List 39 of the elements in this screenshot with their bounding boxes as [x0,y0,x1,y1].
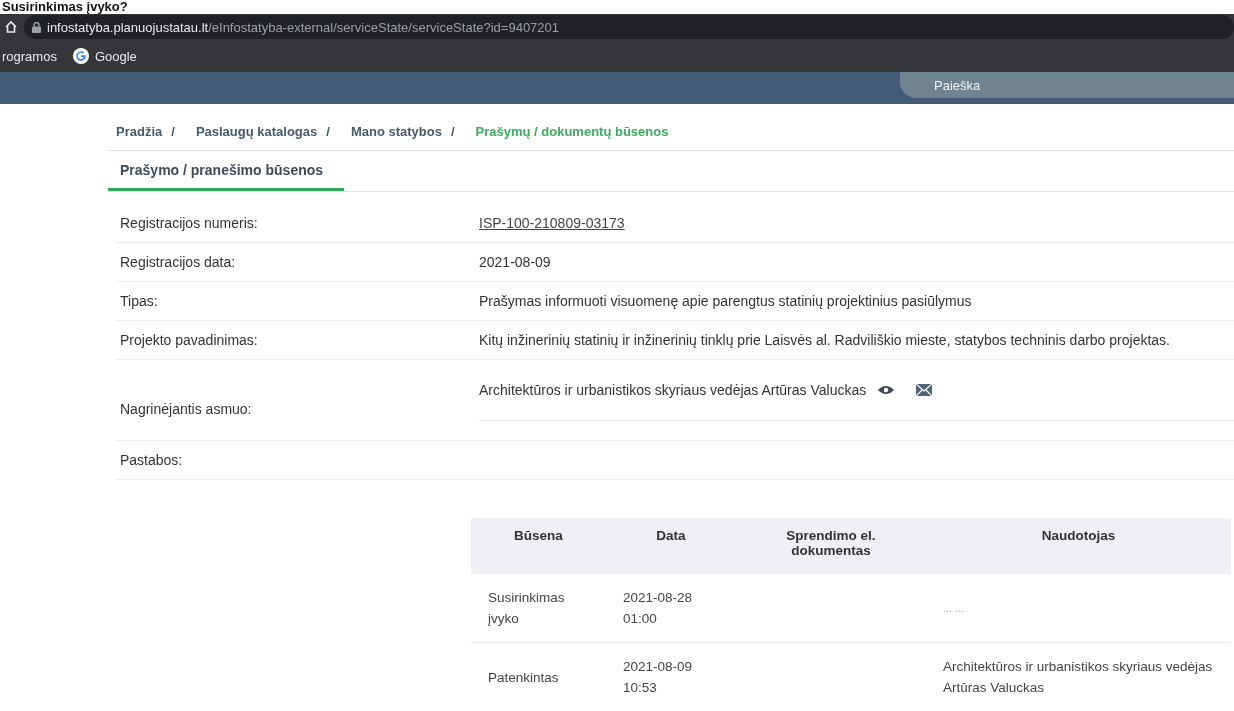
field-value: 2021-08-09 [479,253,552,272]
registration-link[interactable]: ISP-100-210809-03173 [479,215,625,231]
field-value: Kitų inžinerinių statinių ir inžinerinių tinklų prie Laisvės al. Radviliškio mieste, statybos techninis darbo projektas. [479,331,1171,350]
user-text: ... ... [943,602,965,614]
breadcrumb-link[interactable]: Mano statybos [350,123,442,139]
column-header: Data [606,518,736,574]
google-icon [72,48,89,64]
breadcrumb-link[interactable]: Paslaugų katalogas [195,123,318,139]
date-text: 2021-08-09 10:53 [623,658,694,697]
address-bar[interactable]: infostatyba.planuojustatau.lt/eInfostatyba-external/serviceState/serviceState?id=9407201 [24,15,1234,39]
field-label: Pastabos: [119,452,184,468]
search-field[interactable]: Paieška [900,72,1234,98]
column-header: Naudotojas [926,518,1231,574]
field-value: Prašymas informuoti visuomenę apie parengtus statinių projektinius pasiūlymus [479,292,973,311]
address-url: infostatyba.planuojustatau.lt/eInfostatyba-external/serviceState/serviceState?id=9407201 [47,19,560,35]
status-text: Susirinkimas įvyko [488,589,566,628]
breadcrumb-separator: / [171,123,175,139]
date-text: 2021-08-28 01:00 [623,589,694,628]
tab[interactable]: Prašymo / pranešimo būsenos [108,151,344,191]
eye-icon[interactable] [878,385,895,395]
field-label: Projekto pavadinimas: [119,332,259,348]
breadcrumb-link[interactable]: Pradžia [116,123,163,139]
field-value: Architektūros ir urbanistikos skyriaus vedėjas Artūras Valuckas [479,382,867,398]
field-label: Nagrinėjantis asmuo: [119,400,253,417]
home-icon[interactable] [4,20,18,34]
breadcrumb-separator: / [326,123,330,139]
column-header: Sprendimo el. dokumentas [736,518,926,574]
field-label: Registracijos data: [119,254,237,270]
bookmark[interactable]: Google [72,48,137,64]
field-label: Registracijos numeris: [119,215,259,231]
user-text: Architektūros ir urbanistikos skyriaus vedėjas Artūras Valuckas [943,659,1213,695]
bookmark[interactable]: rogramos [2,48,57,64]
column-header: Būsena [471,518,606,574]
breadcrumb-separator: / [450,123,455,139]
page-heading: Susirinkimas įvyko? [2,0,129,14]
envelope-icon[interactable] [916,384,933,396]
field-label: Tipas: [119,293,159,309]
status-text: Patenkintas [488,668,560,687]
lock-icon [32,21,41,33]
